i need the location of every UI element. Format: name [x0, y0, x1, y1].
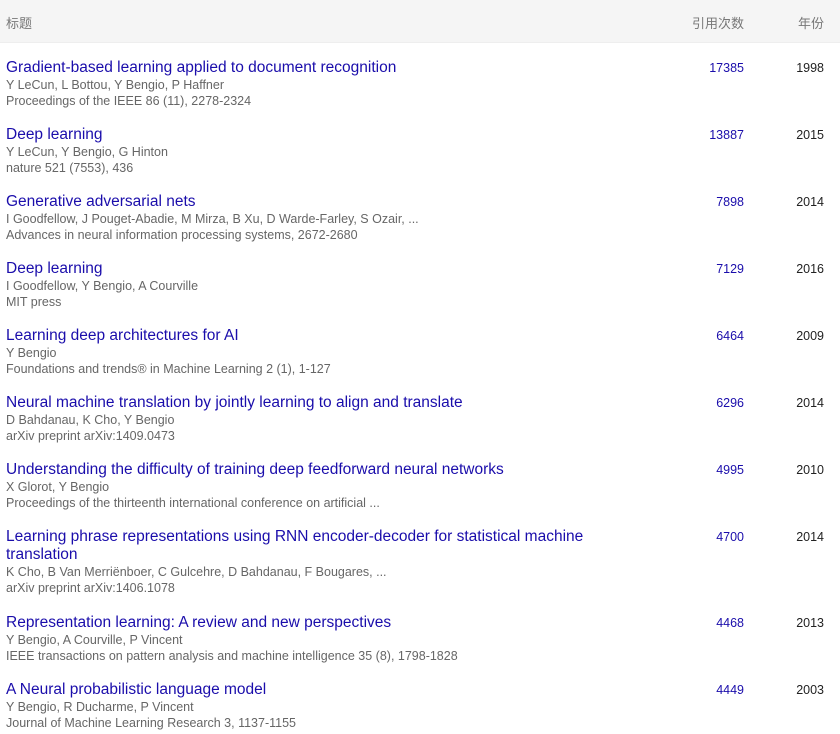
paper-title-link[interactable]: Deep learning: [6, 260, 616, 278]
publication-year: 2014: [796, 396, 824, 410]
table-row: Neural machine translation by jointly le…: [0, 378, 840, 445]
publication-year: 2010: [796, 463, 824, 477]
cited-by-link[interactable]: 7129: [716, 262, 744, 276]
publication-info: Learning phrase representations using RN…: [6, 528, 616, 596]
paper-authors: Y Bengio, A Courville, P Vincent: [6, 633, 183, 647]
paper-title-link[interactable]: Learning deep architectures for AI: [6, 327, 616, 345]
paper-authors: Y LeCun, L Bottou, Y Bengio, P Haffner: [6, 78, 224, 92]
publication-info: Understanding the difficulty of training…: [6, 461, 616, 511]
paper-title-link[interactable]: Gradient-based learning applied to docum…: [6, 59, 616, 77]
paper-authors: D Bahdanau, K Cho, Y Bengio: [6, 413, 175, 427]
paper-title-link[interactable]: Understanding the difficulty of training…: [6, 461, 616, 479]
table-row: A Neural probabilistic language model Y B…: [0, 665, 840, 732]
cited-by-link[interactable]: 4468: [716, 616, 744, 630]
table-row: Understanding the difficulty of training…: [0, 445, 840, 512]
publication-info: Generative adversarial nets I Goodfellow,…: [6, 193, 616, 243]
publication-year: 2014: [796, 195, 824, 209]
publication-year: 2016: [796, 262, 824, 276]
publication-year: 2003: [796, 683, 824, 697]
table-row: Gradient-based learning applied to docum…: [0, 43, 840, 110]
paper-venue: MIT press: [6, 295, 62, 309]
cited-by-link[interactable]: 4700: [716, 530, 744, 544]
paper-venue: Proceedings of the thirteenth internatio…: [6, 496, 380, 510]
year-column-header[interactable]: 年份: [798, 13, 824, 32]
paper-venue: Advances in neural information processin…: [6, 228, 358, 242]
paper-title-link[interactable]: A Neural probabilistic language model: [6, 681, 616, 699]
cited-by-link[interactable]: 13887: [709, 128, 744, 142]
paper-authors: Y Bengio: [6, 346, 57, 360]
publication-info: Deep learning I Goodfellow, Y Bengio, A C…: [6, 260, 616, 310]
paper-authors: X Glorot, Y Bengio: [6, 480, 110, 494]
publication-year: 1998: [796, 61, 824, 75]
paper-venue: arXiv preprint arXiv:1409.0473: [6, 429, 175, 443]
paper-title-link[interactable]: Neural machine translation by jointly le…: [6, 394, 616, 412]
publication-info: Learning deep architectures for AI Y Beng…: [6, 327, 616, 377]
paper-authors: Y LeCun, Y Bengio, G Hinton: [6, 145, 168, 159]
publication-info: Representation learning: A review and ne…: [6, 614, 616, 664]
cited-by-link[interactable]: 7898: [716, 195, 744, 209]
paper-venue: nature 521 (7553), 436: [6, 161, 134, 175]
table-row: Deep learning I Goodfellow, Y Bengio, A C…: [0, 244, 840, 311]
cited-by-link[interactable]: 4995: [716, 463, 744, 477]
paper-venue: Foundations and trends® in Machine Learn…: [6, 362, 331, 376]
table-header: 标题 引用次数 年份: [0, 0, 840, 43]
cites-column-header[interactable]: 引用次数: [692, 13, 744, 32]
cited-by-link[interactable]: 6464: [716, 329, 744, 343]
publication-info: Gradient-based learning applied to docum…: [6, 59, 616, 109]
table-row: Deep learning Y LeCun, Y Bengio, G Hinton…: [0, 110, 840, 177]
paper-title-link[interactable]: Generative adversarial nets: [6, 193, 616, 211]
table-row: Generative adversarial nets I Goodfellow,…: [0, 177, 840, 244]
paper-title-link[interactable]: Representation learning: A review and ne…: [6, 614, 616, 632]
cited-by-link[interactable]: 6296: [716, 396, 744, 410]
publication-year: 2015: [796, 128, 824, 142]
publication-year: 2009: [796, 329, 824, 343]
publication-year: 2014: [796, 530, 824, 544]
paper-venue: arXiv preprint arXiv:1406.1078: [6, 581, 175, 595]
publication-info: Deep learning Y LeCun, Y Bengio, G Hinton…: [6, 126, 616, 176]
paper-authors: I Goodfellow, J Pouget-Abadie, M Mirza, …: [6, 212, 419, 226]
table-row: Representation learning: A review and ne…: [0, 598, 840, 665]
table-row: Learning deep architectures for AI Y Beng…: [0, 311, 840, 378]
paper-title-link[interactable]: Learning phrase representations using RN…: [6, 528, 616, 564]
paper-venue: Proceedings of the IEEE 86 (11), 2278-23…: [6, 94, 252, 108]
paper-venue: Journal of Machine Learning Research 3, …: [6, 716, 297, 730]
paper-authors: Y Bengio, R Ducharme, P Vincent: [6, 700, 194, 714]
cited-by-link[interactable]: 17385: [709, 61, 744, 75]
paper-title-link[interactable]: Deep learning: [6, 126, 616, 144]
publication-list: Gradient-based learning applied to docum…: [0, 43, 840, 732]
publication-year: 2013: [796, 616, 824, 630]
paper-authors: I Goodfellow, Y Bengio, A Courville: [6, 279, 199, 293]
publication-info: A Neural probabilistic language model Y B…: [6, 681, 616, 731]
table-row: Learning phrase representations using RN…: [0, 512, 840, 598]
title-column-header[interactable]: 标题: [6, 13, 32, 32]
paper-authors: K Cho, B Van Merriënboer, C Gulcehre, D …: [6, 565, 387, 579]
cited-by-link[interactable]: 4449: [716, 683, 744, 697]
paper-venue: IEEE transactions on pattern analysis an…: [6, 649, 458, 663]
publication-info: Neural machine translation by jointly le…: [6, 394, 616, 444]
